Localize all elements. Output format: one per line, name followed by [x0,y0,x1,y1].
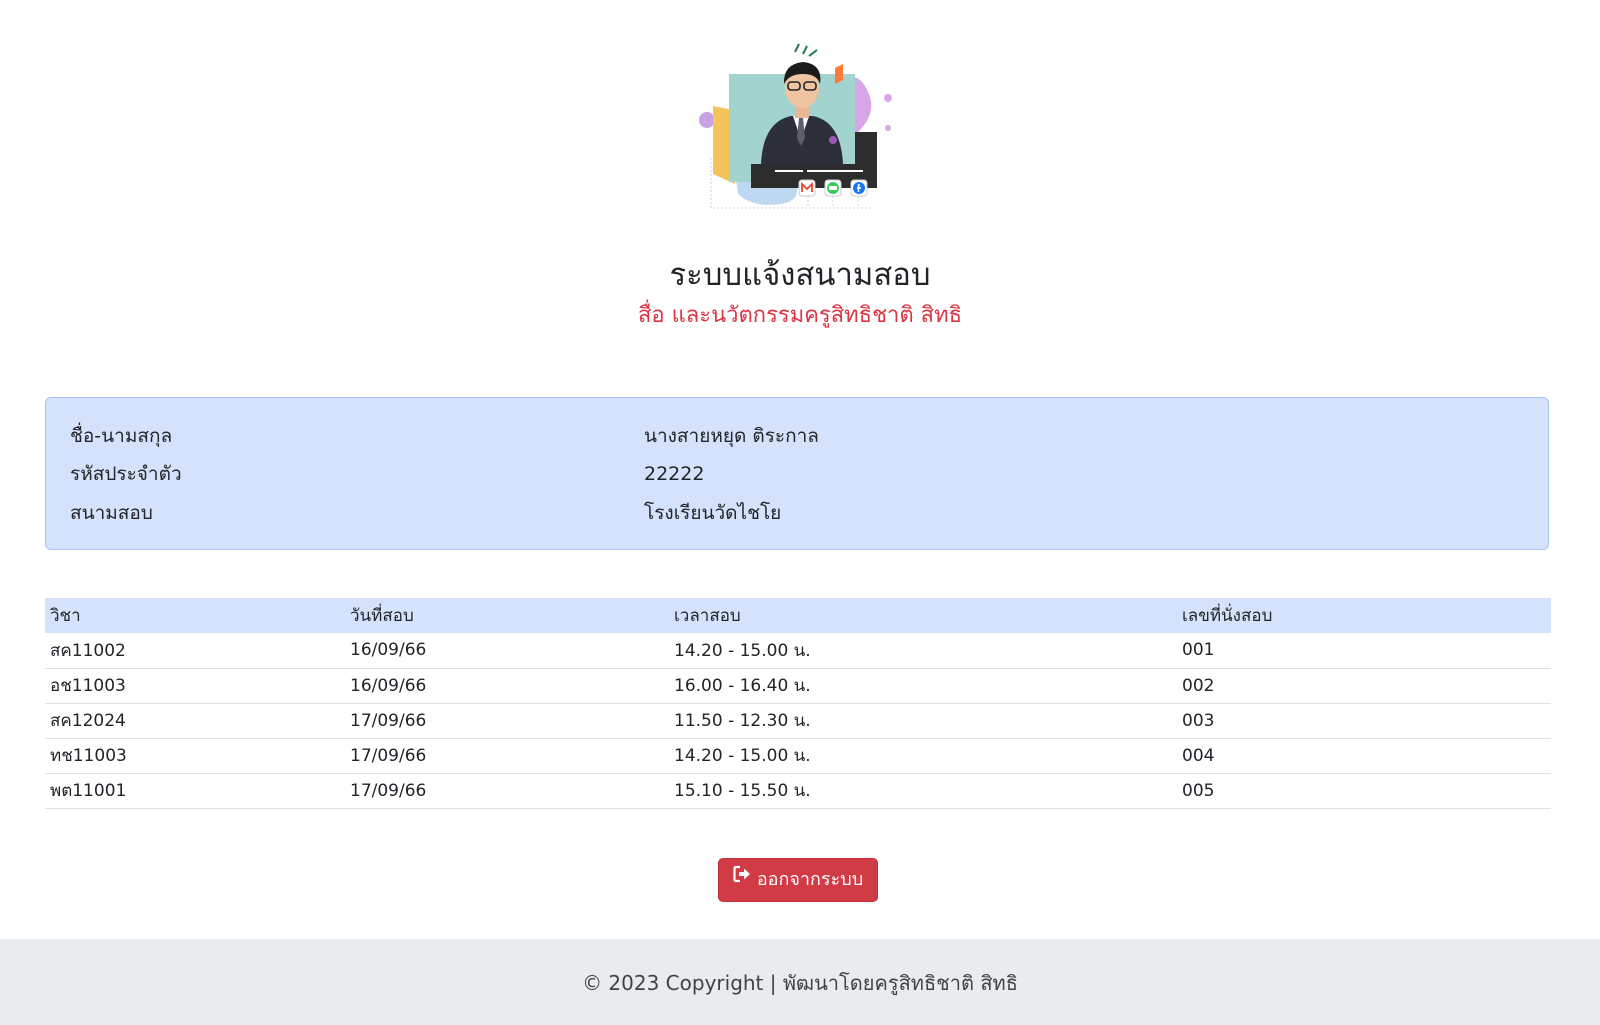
page-title: ระบบแจ้งสนามสอบ [669,257,931,293]
cell-exam-time: 14.20 - 15.00 น. [669,738,1177,774]
cell-exam-date: 17/09/66 [345,773,669,809]
cell-seat-number: 005 [1177,773,1551,809]
table-header-row: วิชา วันที่สอบ เวลาสอบ เลขที่นั่งสอบ [45,598,1551,633]
table-row: ทช11003 17/09/66 14.20 - 15.00 น. 004 [45,738,1551,774]
cell-exam-date: 17/09/66 [345,738,669,774]
sign-out-icon [733,857,751,899]
column-header-exam-time: เวลาสอบ [669,598,1177,633]
column-header-exam-date: วันที่สอบ [345,598,669,633]
cell-exam-time: 15.10 - 15.50 น. [669,773,1177,809]
cell-exam-date: 16/09/66 [345,668,669,704]
exam-schedule-table: วิชา วันที่สอบ เวลาสอบ เลขที่นั่งสอบ สค1… [45,598,1551,809]
table-row: อช11003 16/09/66 16.00 - 16.40 น. 002 [45,668,1551,704]
info-value: 22222 [644,463,705,485]
copyright-text: © 2023 Copyright | พัฒนาโดยครูสิทธิชาติ … [582,971,1018,995]
cell-exam-time: 16.00 - 16.40 น. [669,668,1177,704]
cell-subject: สค11002 [45,633,345,669]
cell-seat-number: 002 [1177,668,1551,704]
page-subtitle: สื่อ และนวัตกรรมครูสิทธิชาติ สิทธิ [637,303,963,328]
table-row: สค11002 16/09/66 14.20 - 15.00 น. 001 [45,633,1551,669]
cell-subject: ทช11003 [45,738,345,774]
column-header-subject: วิชา [45,598,345,633]
info-value: โรงเรียนวัดไชโย [644,502,782,524]
cell-exam-time: 11.50 - 12.30 น. [669,703,1177,739]
cell-subject: พต11001 [45,773,345,809]
teacher-profile-illustration [683,12,915,244]
info-label: ชื่อ-นามสกุล [70,425,173,447]
logout-button-label: ออกจากระบบ [756,869,864,890]
cell-seat-number: 003 [1177,703,1551,739]
column-header-seat-number: เลขที่นั่งสอบ [1177,598,1551,633]
page-footer: © 2023 Copyright | พัฒนาโดยครูสิทธิชาติ … [0,939,1600,1025]
cell-exam-date: 17/09/66 [345,703,669,739]
cell-subject: สค12024 [45,703,345,739]
student-info-card: ชื่อ-นามสกุล นางสายหยุด ติระกาล รหัสประจ… [45,397,1549,550]
info-label: สนามสอบ [70,502,153,524]
info-label: รหัสประจำตัว [70,463,182,485]
table-row: พต11001 17/09/66 15.10 - 15.50 น. 005 [45,773,1551,809]
cell-exam-time: 14.20 - 15.00 น. [669,633,1177,669]
cell-seat-number: 004 [1177,738,1551,774]
info-value: นางสายหยุด ติระกาล [644,425,819,447]
cell-seat-number: 001 [1177,633,1551,669]
logout-button[interactable]: ออกจากระบบ [718,858,878,902]
table-row: สค12024 17/09/66 11.50 - 12.30 น. 003 [45,703,1551,739]
cell-subject: อช11003 [45,668,345,704]
cell-exam-date: 16/09/66 [345,633,669,669]
